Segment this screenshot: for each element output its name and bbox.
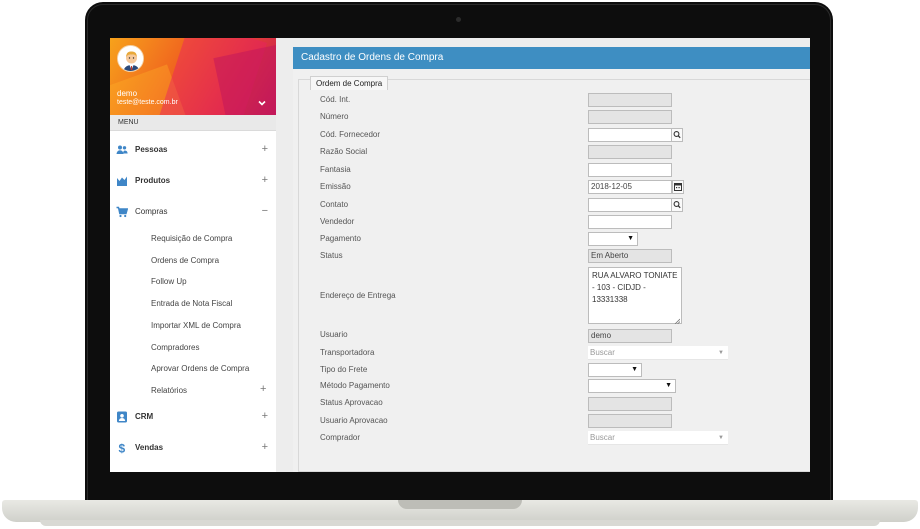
usuario-input[interactable]: demo [588,329,672,343]
numero-input[interactable] [588,110,672,124]
field-label: Endereço de Entrega [320,291,396,300]
field-label: Cód. Int. [320,95,351,104]
field-label: Vendedor [320,217,355,226]
field-label: Transportadora [320,348,375,357]
main-content: Cadastro de Ordens de Compra Ordem de Co… [293,47,810,472]
field-label: Fantasia [320,165,351,174]
cod-fornecedor-input[interactable] [588,128,672,142]
app-screen: demo teste@teste.com.br MENU Pessoas + P… [110,38,810,472]
form-panel: Ordem de Compra Cód. Int. Número Cód. Fo… [298,76,810,472]
field-label: Método Pagamento [320,381,390,390]
cart-icon [116,206,129,218]
status-input[interactable]: Em Aberto [588,249,672,263]
submenu-item-entrada-nota[interactable]: Entrada de Nota Fiscal [151,299,232,308]
sidebar-item-label: CRM [135,412,154,421]
submenu-item-requisicao[interactable]: Requisição de Compra [151,234,232,243]
webcam [456,17,461,22]
caret-down-icon: ▼ [718,435,724,441]
submenu-item-aprovar[interactable]: Aprovar Ordens de Compra [151,364,249,373]
caret-down-icon: ▼ [631,366,638,373]
resize-handle-icon[interactable] [674,316,681,325]
field-label: Tipo do Frete [320,365,368,374]
contact-icon [116,411,128,423]
sidebar-item-label: Compras [135,207,168,216]
field-label: Usuario Aprovacao [320,416,388,425]
page-title: Cadastro de Ordens de Compra [293,47,810,69]
select-placeholder: Buscar [590,348,615,357]
svg-text:$: $ [119,442,126,454]
expand-icon[interactable]: + [262,410,268,422]
user-name: demo [117,89,138,98]
sidebar-item-crm[interactable]: CRM + [110,407,276,427]
sidebar-item-label: Produtos [135,176,171,185]
chart-icon [116,175,128,187]
sidebar-item-pessoas[interactable]: Pessoas + [110,140,276,160]
expand-icon[interactable]: + [260,383,266,395]
fantasia-input[interactable] [588,163,672,177]
avatar[interactable] [117,45,144,72]
caret-down-icon: ▼ [627,235,634,242]
user-email: teste@teste.com.br [117,99,178,106]
collapse-icon[interactable]: − [262,205,268,217]
transportadora-select[interactable]: Buscar ▼ [588,346,728,360]
calendar-icon[interactable] [672,180,684,194]
menu-header: MENU [110,115,276,131]
field-label: Pagamento [320,234,361,243]
endereco-textarea[interactable]: RUA ALVARO TONIATE - 103 - CIDJD - 13331… [588,267,682,325]
field-label: Emissão [320,182,351,191]
submenu-item-ordens[interactable]: Ordens de Compra [151,256,219,265]
vendedor-input[interactable] [588,215,672,229]
laptop-notch [398,500,522,509]
submenu-item-relatorios[interactable]: Relatórios [151,386,187,395]
sidebar-item-label: Pessoas [135,145,168,154]
comprador-select[interactable]: Buscar ▼ [588,431,728,445]
expand-icon[interactable]: + [262,143,268,155]
dollar-icon: $ [116,442,128,456]
sidebar-item-produtos[interactable]: Produtos + [110,171,276,191]
usuario-aprovacao-input[interactable] [588,414,672,428]
submenu-item-compradores[interactable]: Compradores [151,343,199,352]
razao-social-input[interactable] [588,145,672,159]
field-label: Comprador [320,433,361,442]
cod-int-input[interactable] [588,93,672,107]
profile-panel: demo teste@teste.com.br [110,38,276,115]
field-label: Contato [320,200,349,209]
field-label: Razão Social [320,147,368,156]
chevron-down-icon[interactable] [257,98,267,108]
tipo-frete-select[interactable]: ▼ [588,363,642,377]
tab-ordem-de-compra[interactable]: Ordem de Compra [310,76,389,90]
submenu-item-importar-xml[interactable]: Importar XML de Compra [151,321,241,330]
select-placeholder: Buscar [590,433,615,442]
field-label: Status [320,251,343,260]
laptop-base-shadow [40,520,880,526]
sidebar-item-compras[interactable]: Compras − [110,202,276,222]
caret-down-icon: ▼ [718,350,724,356]
field-label: Status Aprovacao [320,398,383,407]
metodo-pagamento-select[interactable]: ▼ [588,379,676,393]
pagamento-select[interactable]: ▼ [588,232,638,246]
search-icon[interactable] [671,128,683,142]
sidebar-item-label: Vendas [135,443,164,452]
expand-icon[interactable]: + [262,174,268,186]
emissao-date-input[interactable]: 2018-12-05 [588,180,672,194]
users-icon [116,144,128,156]
field-label: Número [320,112,349,121]
sidebar: demo teste@teste.com.br MENU Pessoas + P… [110,38,276,472]
contato-input[interactable] [588,198,672,212]
field-label: Cód. Fornecedor [320,130,381,139]
status-aprovacao-input[interactable] [588,397,672,411]
expand-icon[interactable]: + [262,441,268,453]
search-icon[interactable] [671,198,683,212]
sidebar-item-vendas[interactable]: $ Vendas + [110,438,276,458]
submenu-item-follow-up[interactable]: Follow Up [151,277,187,286]
textarea-value: RUA ALVARO TONIATE - 103 - CIDJD - 13331… [592,271,678,304]
caret-down-icon: ▼ [665,382,672,389]
field-label: Usuario [320,330,348,339]
